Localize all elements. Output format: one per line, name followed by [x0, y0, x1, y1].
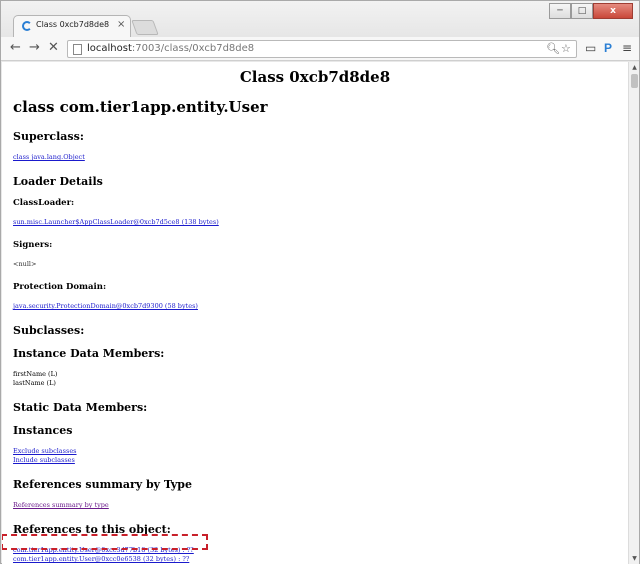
- page-content: Class 0xcb7d8de8 class com.tier1app.enti…: [2, 62, 628, 564]
- zoom-icon[interactable]: 🔍︎: [546, 42, 560, 55]
- page-icon: [73, 44, 82, 55]
- forward-arrow-icon[interactable]: →: [29, 40, 40, 56]
- url-text[interactable]: localhost:7003/class/0xcb7d8de8: [87, 43, 254, 54]
- close-window-button[interactable]: x: [593, 3, 633, 19]
- scroll-up-arrow-icon[interactable]: ▲: [630, 63, 639, 72]
- instance-member-item: lastName (L): [13, 379, 56, 387]
- classloader-label: ClassLoader:: [13, 198, 75, 208]
- address-bar[interactable]: localhost:7003/class/0xcb7d8de8 🔍︎ ☆: [67, 40, 577, 58]
- superclass-link[interactable]: class java.lang.Object: [13, 153, 85, 161]
- reload-icon[interactable]: ✕: [48, 40, 59, 56]
- vertical-scrollbar[interactable]: ▲ ▼: [628, 62, 639, 564]
- reference-link[interactable]: com.tier1app.entity.User@0xcc3d77b18 (32…: [13, 546, 194, 554]
- class-heading: class com.tier1app.entity.User: [13, 98, 268, 116]
- minimize-button[interactable]: ─: [549, 3, 571, 19]
- classloader-link[interactable]: sun.misc.Launcher$AppClassLoader@0xcb7d5…: [13, 218, 219, 226]
- page-title: Class 0xcb7d8de8: [239, 68, 391, 86]
- protection-domain-label: Protection Domain:: [13, 282, 107, 292]
- page-viewport: Class 0xcb7d8de8 class com.tier1app.enti…: [2, 62, 628, 564]
- reference-link[interactable]: com.tier1app.entity.User@0xcc0e6538 (32 …: [13, 555, 189, 563]
- browser-toolbar: ← → ✕ localhost:7003/class/0xcb7d8de8 🔍︎…: [1, 37, 639, 61]
- scroll-down-arrow-icon[interactable]: ▼: [630, 554, 639, 563]
- pocket-extension-icon[interactable]: P: [604, 40, 612, 56]
- title-bar: Class 0xcb7d8de8 × ─ □ x: [1, 1, 639, 37]
- browser-window: Class 0xcb7d8de8 × ─ □ x ← → ✕ localhost…: [0, 0, 640, 564]
- subclasses-heading: Subclasses:: [13, 324, 85, 337]
- tab-title: Class 0xcb7d8de8: [36, 20, 110, 29]
- close-tab-icon[interactable]: ×: [117, 19, 125, 30]
- back-arrow-icon[interactable]: ←: [10, 40, 21, 56]
- instance-members-heading: Instance Data Members:: [13, 347, 165, 360]
- signers-value: <null>: [13, 260, 37, 268]
- menu-icon[interactable]: ≡: [622, 40, 632, 56]
- browser-tab[interactable]: Class 0xcb7d8de8 ×: [13, 15, 131, 37]
- static-members-heading: Static Data Members:: [13, 401, 148, 414]
- superclass-heading: Superclass:: [13, 130, 84, 143]
- include-subclasses-link[interactable]: Include subclasses: [13, 456, 75, 464]
- loader-details-heading: Loader Details: [13, 175, 103, 188]
- star-icon[interactable]: ☆: [561, 42, 571, 55]
- protection-domain-link[interactable]: java.security.ProtectionDomain@0xcb7d930…: [13, 302, 198, 310]
- references-summary-link[interactable]: References summary by type: [13, 501, 109, 509]
- references-summary-heading: References summary by Type: [13, 478, 192, 491]
- signers-label: Signers:: [13, 240, 53, 250]
- maximize-button[interactable]: □: [571, 3, 593, 19]
- instance-member-item: firstName (L): [13, 370, 58, 378]
- exclude-subclasses-link[interactable]: Exclude subclasses: [13, 447, 77, 455]
- scrollbar-thumb[interactable]: [631, 74, 638, 88]
- window-controls: ─ □ x: [549, 3, 633, 19]
- references-to-object-heading: References to this object:: [13, 523, 171, 536]
- cast-icon[interactable]: ▭: [585, 40, 596, 56]
- loading-icon: [22, 21, 32, 31]
- new-tab-button[interactable]: [131, 20, 159, 35]
- instances-heading: Instances: [13, 424, 73, 437]
